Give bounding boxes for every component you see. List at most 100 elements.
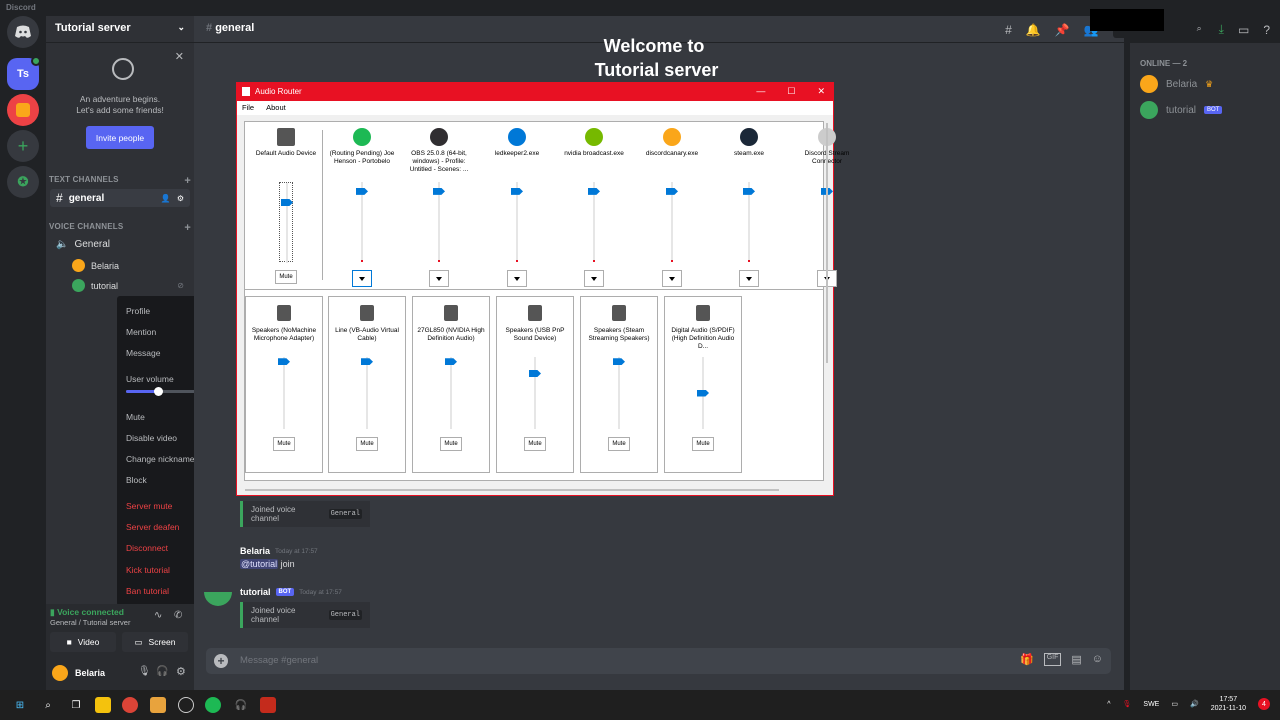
route-dropdown[interactable]	[584, 270, 604, 287]
language-indicator[interactable]: SWE	[1143, 701, 1159, 708]
message-input[interactable]: + Message #general 🎁 GIF ▤ ☺	[206, 648, 1111, 674]
user-mention[interactable]: @tutorial	[240, 559, 279, 569]
file-explorer-icon[interactable]	[95, 697, 111, 713]
audio-router-taskbar-icon[interactable]	[260, 697, 276, 713]
start-icon[interactable]: ⊞	[12, 697, 28, 713]
volume-slider[interactable]	[528, 357, 542, 429]
voice-location[interactable]: General / Tutorial server	[50, 618, 130, 627]
route-dropdown[interactable]	[739, 270, 759, 287]
slider-thumb[interactable]	[445, 358, 457, 366]
volume-slider[interactable]	[444, 357, 458, 429]
clock[interactable]: 17:57 2021-11-10	[1211, 695, 1246, 713]
noise-suppression-icon[interactable]: ∿	[154, 610, 162, 621]
screen-share-button[interactable]: ▭ Screen	[122, 632, 188, 652]
menu-file[interactable]: File	[242, 103, 254, 113]
server-header[interactable]: Tutorial server ⌄	[46, 16, 194, 43]
slider-thumb[interactable]	[356, 187, 368, 195]
slider-thumb[interactable]	[588, 187, 600, 195]
video-button[interactable]: ■ Video	[50, 632, 116, 652]
server-icon-tutorial[interactable]: Ts	[7, 56, 41, 90]
slider-thumb[interactable]	[433, 187, 445, 195]
audio-router-titlebar[interactable]: Audio Router — ☐ ✕	[237, 83, 833, 101]
bot-avatar[interactable]	[204, 592, 232, 606]
menu-about[interactable]: About	[266, 103, 286, 113]
microphone-icon[interactable]: 🎙	[1123, 700, 1132, 708]
slider-thumb[interactable]	[361, 358, 373, 366]
volume-slider[interactable]	[355, 182, 369, 262]
slider-thumb[interactable]	[743, 187, 755, 195]
slider-thumb[interactable]	[529, 370, 541, 377]
sticker-icon[interactable]: ▤	[1071, 653, 1081, 666]
mute-button[interactable]: Mute	[356, 437, 378, 451]
headphones-icon[interactable]: 🎧	[156, 666, 168, 677]
inbox-icon[interactable]: ▭	[1238, 23, 1249, 37]
spotify-icon[interactable]	[205, 697, 221, 713]
microphone-icon[interactable]: 🎙	[138, 666, 151, 677]
route-dropdown[interactable]	[429, 270, 449, 287]
message-author[interactable]: tutorial	[240, 587, 271, 597]
gif-icon[interactable]: GIF	[1043, 653, 1062, 666]
voice-channel-general[interactable]: 🔈 General	[50, 235, 190, 253]
invite-people-button[interactable]: Invite people	[86, 126, 154, 149]
task-view-icon[interactable]: ❐	[68, 697, 84, 713]
slider-thumb[interactable]	[278, 358, 290, 366]
bell-icon[interactable]: 🔔	[1026, 23, 1041, 37]
volume-slider[interactable]	[665, 182, 679, 262]
slider-thumb[interactable]	[613, 358, 625, 366]
disconnect-call-icon[interactable]: ✆	[174, 610, 182, 621]
volume-icon[interactable]: 🔊	[1190, 700, 1199, 708]
route-dropdown[interactable]	[352, 270, 372, 287]
slider-thumb[interactable]	[511, 187, 523, 195]
horizontal-scrollbar[interactable]	[245, 489, 779, 491]
attach-plus-icon[interactable]: +	[214, 654, 228, 668]
slider-thumb[interactable]	[666, 187, 678, 195]
emoji-icon[interactable]: ☺	[1092, 653, 1103, 666]
volume-slider[interactable]	[510, 182, 524, 262]
network-icon[interactable]: ▭	[1171, 700, 1178, 708]
channel-general[interactable]: # general 👤 ⚙	[50, 189, 190, 207]
slider-thumb[interactable]	[281, 199, 293, 207]
volume-slider[interactable]	[279, 182, 293, 263]
message-author[interactable]: Belaria	[240, 546, 270, 556]
chrome-icon[interactable]	[122, 697, 138, 713]
home-button[interactable]	[7, 16, 39, 48]
member-belaria[interactable]: Belaria ♛	[1140, 75, 1213, 93]
avatar[interactable]	[52, 665, 68, 681]
pin-icon[interactable]: 📌	[1055, 23, 1070, 37]
voice-user-belaria[interactable]: Belaria	[72, 259, 119, 272]
voice-channels-category[interactable]: VOICE CHANNELS +	[49, 222, 191, 234]
mute-button[interactable]: Mute	[608, 437, 630, 451]
server-icon-2[interactable]	[7, 94, 39, 126]
route-dropdown[interactable]	[507, 270, 527, 287]
download-icon[interactable]: ⤓	[1219, 22, 1224, 37]
text-channels-category[interactable]: TEXT CHANNELS +	[49, 175, 191, 187]
volume-slider[interactable]	[612, 357, 626, 429]
slider-thumb[interactable]	[697, 389, 709, 397]
volume-slider[interactable]	[432, 182, 446, 262]
chevron-up-icon[interactable]: ^	[1107, 701, 1110, 708]
gear-icon[interactable]: ⚙	[177, 194, 184, 203]
notification-badge[interactable]: 4	[1258, 698, 1270, 710]
mute-button[interactable]: Mute	[524, 437, 546, 451]
add-server-button[interactable]: +	[7, 130, 39, 162]
maximize-icon[interactable]: ☐	[787, 86, 795, 97]
headphones-icon[interactable]: 🎧	[233, 697, 249, 713]
mute-button[interactable]: Mute	[440, 437, 462, 451]
add-channel-icon[interactable]: +	[184, 222, 191, 234]
volume-slider[interactable]	[587, 182, 601, 262]
volume-slider[interactable]	[360, 357, 374, 429]
minimize-icon[interactable]: —	[756, 86, 765, 97]
close-icon[interactable]: ✕	[175, 50, 184, 63]
settings-gear-icon[interactable]: ⚙	[176, 665, 186, 678]
add-channel-icon[interactable]: +	[184, 175, 191, 187]
mute-button[interactable]: Mute	[275, 270, 297, 284]
mute-button[interactable]: Mute	[692, 437, 714, 451]
volume-slider[interactable]	[696, 357, 710, 429]
help-icon[interactable]: ?	[1263, 23, 1270, 37]
threads-icon[interactable]: #	[1005, 23, 1012, 37]
mute-button[interactable]: Mute	[273, 437, 295, 451]
app-icon[interactable]	[150, 697, 166, 713]
close-icon[interactable]: ✕	[817, 86, 825, 97]
vertical-scrollbar[interactable]	[826, 123, 828, 363]
obs-icon[interactable]	[178, 697, 194, 713]
